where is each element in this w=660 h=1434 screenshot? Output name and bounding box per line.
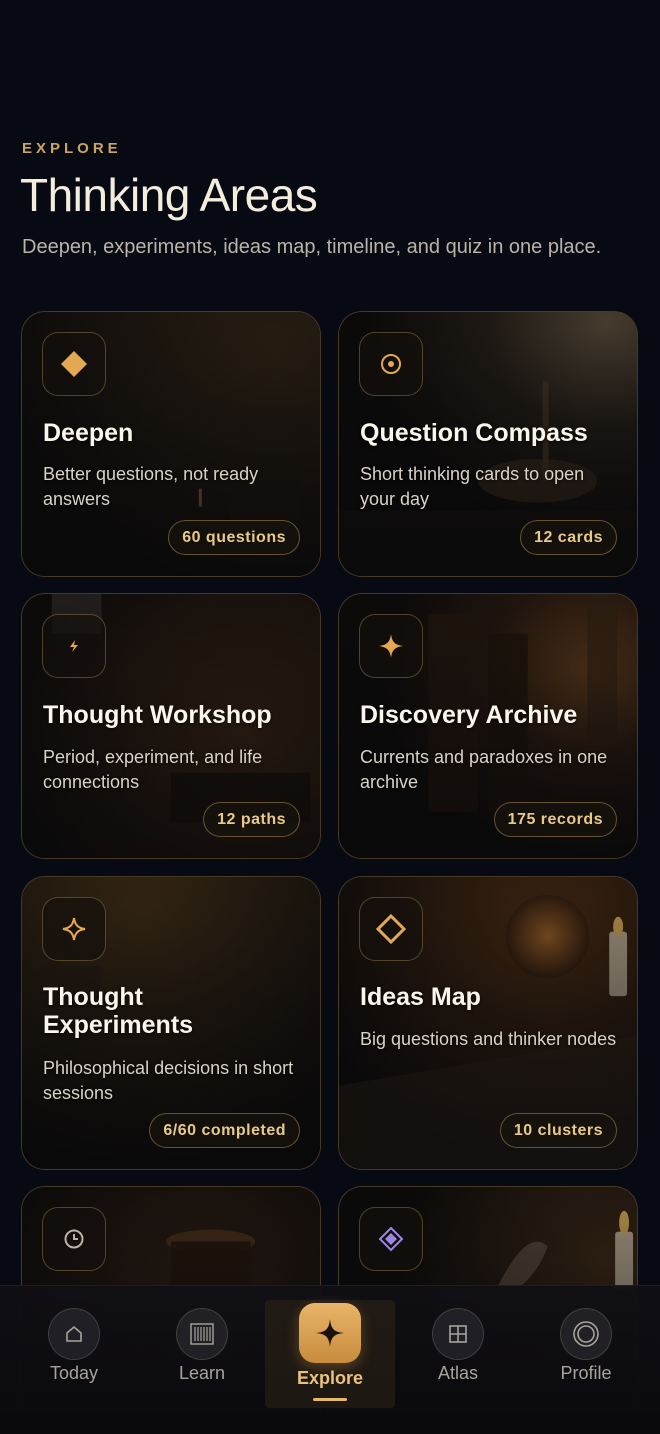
card-question-compass[interactable]: Question Compass Short thinking cards to… (338, 311, 638, 577)
card-title: Question Compass (360, 419, 588, 447)
bolt-icon (42, 614, 106, 678)
count-badge: 12 cards (520, 520, 617, 555)
nav-label: Profile (560, 1363, 612, 1383)
card-deepen[interactable]: Deepen Better questions, not ready answe… (21, 311, 321, 577)
target-icon (359, 332, 423, 396)
count-badge: 12 paths (203, 802, 300, 837)
card-discovery-archive[interactable]: Discovery Archive Currents and paradoxes… (338, 593, 638, 859)
active-indicator (313, 1398, 347, 1401)
card-thought-experiments[interactable]: Thought Experiments Philosophical decisi… (21, 876, 321, 1170)
home-icon (48, 1308, 100, 1360)
card-description: Currents and paradoxes in one archive (360, 747, 608, 792)
card-thought-workshop[interactable]: Thought Workshop Period, experiment, and… (21, 593, 321, 859)
star-icon (299, 1303, 361, 1363)
library-icon (176, 1308, 228, 1360)
page-title: Thinking Areas (20, 169, 318, 221)
nav-item-profile[interactable]: Profile (522, 1286, 650, 1434)
count-badge: 6/60 completed (149, 1113, 300, 1148)
nav-item-today[interactable]: Today (10, 1286, 138, 1434)
profile-ring-icon (560, 1308, 612, 1360)
grid-icon (432, 1308, 484, 1360)
page-subtitle: Deepen, experiments, ideas map, timeline… (22, 236, 602, 258)
count-badge: 60 questions (168, 520, 300, 555)
card-description: Short thinking cards to open your day (360, 464, 585, 509)
card-description: Philosophical decisions in short session… (43, 1058, 294, 1103)
card-title: Deepen (43, 419, 134, 447)
card-description: Big questions and thinker nodes (360, 1029, 617, 1049)
card-description: Better questions, not ready answers (43, 464, 259, 509)
count-badge: 10 clusters (499, 1113, 617, 1148)
sparkle-icon (359, 614, 423, 678)
bottom-navigation: Today Learn Explore Atlas Profile (0, 1285, 660, 1434)
card-title: Thought Workshop (43, 701, 272, 729)
card-title: Ideas Map (360, 983, 481, 1011)
diamond-icon (42, 332, 106, 396)
nav-label: Atlas (437, 1363, 479, 1383)
explore-eyebrow: EXPLORE (22, 140, 122, 157)
nav-item-learn[interactable]: Learn (138, 1286, 266, 1434)
nav-label: Today (49, 1363, 99, 1383)
nav-item-atlas[interactable]: Atlas (394, 1286, 522, 1434)
card-title: Discovery Archive (360, 701, 578, 729)
card-description: Period, experiment, and life connections (43, 747, 263, 792)
purple-diamond-icon (359, 1207, 423, 1271)
nav-label: Explore (296, 1368, 364, 1388)
nav-label: Learn (178, 1363, 226, 1383)
nav-item-explore[interactable]: Explore (266, 1286, 394, 1434)
count-badge: 175 records (493, 802, 617, 837)
card-title: Thought Experiments (43, 983, 194, 1039)
card-ideas-map[interactable]: Ideas Map Big questions and thinker node… (338, 876, 638, 1170)
sparkle-outline-icon (42, 897, 106, 961)
clock-icon (42, 1207, 106, 1271)
diamond-outline-icon (359, 897, 423, 961)
